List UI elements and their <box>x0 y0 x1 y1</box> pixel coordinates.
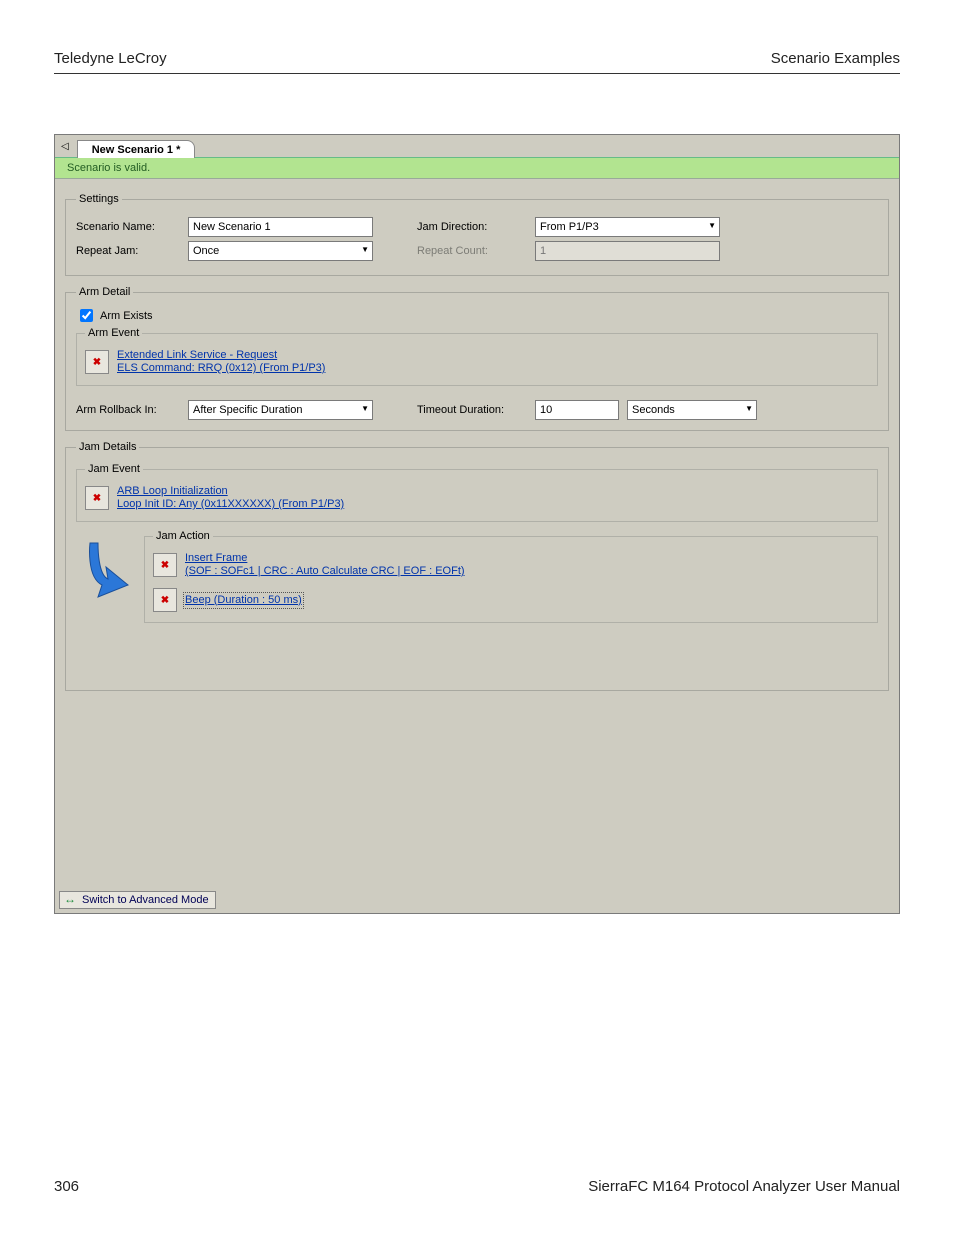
arm-event-legend: Arm Event <box>85 327 142 339</box>
tab-bar: ◁ New Scenario 1 * <box>55 135 899 157</box>
delete-icon: ✖ <box>93 493 101 504</box>
tab-scenario[interactable]: New Scenario 1 * <box>77 140 196 158</box>
repeat-jam-select[interactable] <box>188 241 373 261</box>
switch-advanced-mode-button[interactable]: Switch to Advanced Mode <box>59 891 216 909</box>
scenario-name-label: Scenario Name: <box>76 221 180 233</box>
page-number: 306 <box>54 1178 79 1195</box>
doc-header-left: Teledyne LeCroy <box>54 50 167 67</box>
jam-direction-select[interactable] <box>535 217 720 237</box>
jam-action1-detail-link[interactable]: (SOF : SOFc1 | CRC : Auto Calculate CRC … <box>185 565 465 578</box>
arm-event-detail-link[interactable]: ELS Command: RRQ (0x12) (From P1/P3) <box>117 362 325 375</box>
validation-status-text: Scenario is valid. <box>67 162 150 174</box>
arm-event-link[interactable]: Extended Link Service - Request <box>117 349 325 362</box>
jam-action-legend: Jam Action <box>153 530 213 542</box>
manual-title: SierraFC M164 Protocol Analyzer User Man… <box>588 1178 900 1195</box>
jam-event-detail-link[interactable]: Loop Init ID: Any (0x11XXXXXX) (From P1/… <box>117 498 344 511</box>
validation-status-bar: Scenario is valid. <box>55 157 899 179</box>
swap-icon <box>64 894 78 906</box>
jam-action1-delete-button[interactable]: ✖ <box>153 553 177 577</box>
arm-event-group: Arm Event ✖ Extended Link Service - Requ… <box>76 327 878 386</box>
repeat-count-label: Repeat Count: <box>417 245 527 257</box>
jam-action2-link[interactable]: Beep (Duration : 50 ms) <box>185 594 302 607</box>
delete-icon: ✖ <box>161 595 169 606</box>
tab-scroll-left-icon[interactable]: ◁ <box>61 141 69 152</box>
timeout-duration-label: Timeout Duration: <box>417 404 527 416</box>
jam-action-group: Jam Action ✖ Insert Frame (SOF : SOFc1 |… <box>144 530 878 623</box>
arrow-icon <box>76 537 136 620</box>
scenario-name-input[interactable] <box>188 217 373 237</box>
arm-exists-check-input[interactable] <box>80 309 93 322</box>
arm-detail-group: Arm Detail Arm Exists Arm Event ✖ Extend… <box>65 286 889 431</box>
doc-header-right: Scenario Examples <box>771 50 900 67</box>
settings-group: Settings Scenario Name: Jam Direction: R… <box>65 193 889 276</box>
jam-direction-label: Jam Direction: <box>417 221 527 233</box>
timeout-duration-input[interactable] <box>535 400 619 420</box>
jam-details-group: Jam Details Jam Event ✖ ARB Loop Initial… <box>65 441 889 691</box>
jam-event-delete-button[interactable]: ✖ <box>85 486 109 510</box>
repeat-jam-label: Repeat Jam: <box>76 245 180 257</box>
arm-exists-label: Arm Exists <box>100 310 153 322</box>
tab-label: New Scenario 1 * <box>92 144 181 156</box>
jam-details-legend: Jam Details <box>76 441 139 453</box>
arm-detail-legend: Arm Detail <box>76 286 133 298</box>
jam-action2-delete-button[interactable]: ✖ <box>153 588 177 612</box>
repeat-count-input <box>535 241 720 261</box>
jam-event-legend: Jam Event <box>85 463 143 475</box>
arm-rollback-select[interactable] <box>188 400 373 420</box>
arm-event-delete-button[interactable]: ✖ <box>85 350 109 374</box>
jam-event-link[interactable]: ARB Loop Initialization <box>117 485 344 498</box>
timeout-unit-select[interactable] <box>627 400 757 420</box>
settings-legend: Settings <box>76 193 122 205</box>
delete-icon: ✖ <box>93 357 101 368</box>
arm-exists-checkbox[interactable]: Arm Exists <box>76 306 153 325</box>
app-window: ◁ New Scenario 1 * Scenario is valid. Se… <box>54 134 900 914</box>
arm-rollback-label: Arm Rollback In: <box>76 404 180 416</box>
jam-action1-link[interactable]: Insert Frame <box>185 552 465 565</box>
switch-advanced-mode-label: Switch to Advanced Mode <box>82 894 209 906</box>
delete-icon: ✖ <box>161 560 169 571</box>
jam-event-group: Jam Event ✖ ARB Loop Initialization Loop… <box>76 463 878 522</box>
